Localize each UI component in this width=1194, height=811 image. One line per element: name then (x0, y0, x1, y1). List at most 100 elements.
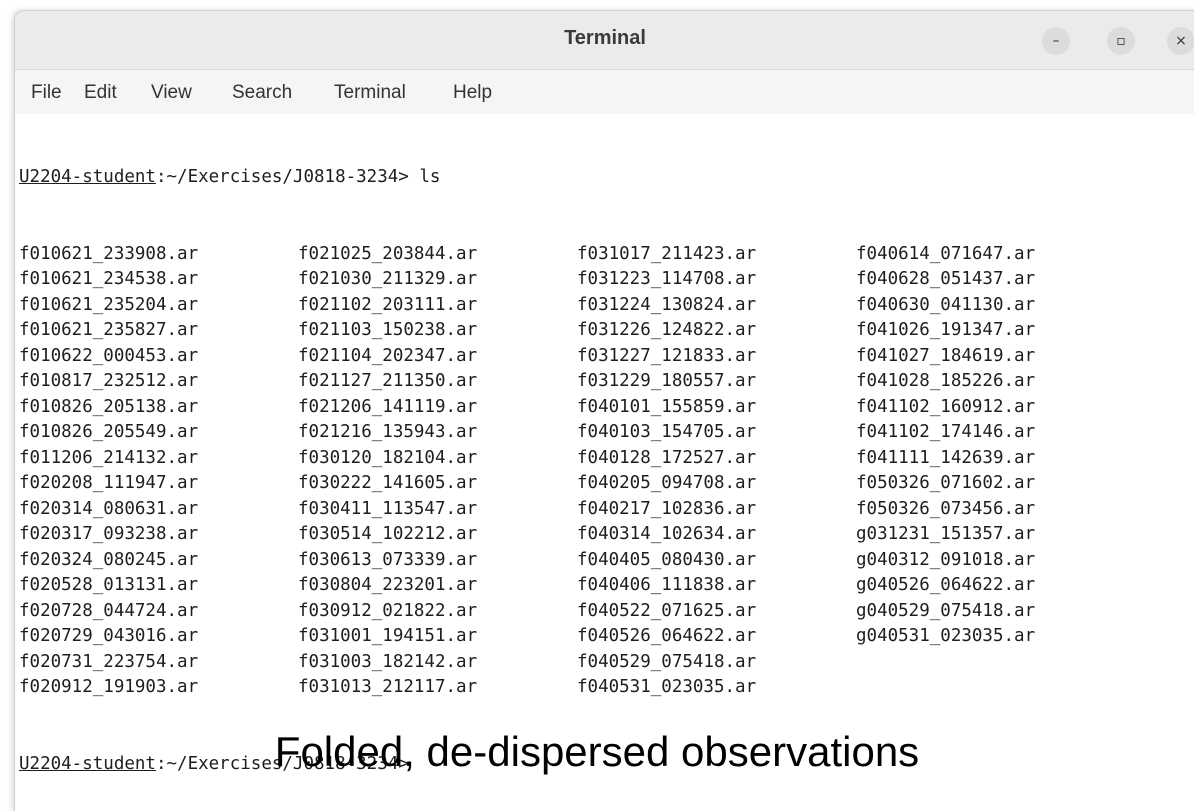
listing-row: f010622_000453.ar f021104_202347.ar f03122… (19, 344, 1189, 370)
file-entry: f040529_075418.ar (577, 651, 757, 672)
close-button[interactable]: × (1167, 27, 1194, 55)
file-entry: f010817_232512.ar (19, 371, 199, 391)
file-entry: f031224_130824.ar (577, 294, 757, 315)
file-entry: f020528_013131.ar (19, 575, 199, 595)
window-title: Terminal (564, 27, 646, 49)
listing-row: f020314_080631.ar f030411_113547.ar f04021… (19, 497, 1189, 523)
menu-search[interactable]: Search (232, 82, 292, 104)
listing-row: f011206_214132.ar f030120_182104.ar f04012… (19, 446, 1189, 472)
close-icon: × (1175, 33, 1187, 49)
file-entry: f030912_021822.ar (298, 600, 478, 621)
file-entry: f040526_064622.ar (577, 626, 757, 646)
listing-row: f020912_191903.ar f031013_212117.ar f04053… (19, 675, 1189, 701)
file-entry: f021127_211350.ar (298, 371, 478, 391)
file-entry: f020208_111947.ar (19, 473, 199, 493)
file-entry: f040522_071625.ar (577, 600, 757, 621)
file-entry: f010622_000453.ar (19, 345, 199, 366)
prompt-command: ls (408, 167, 441, 187)
file-entry: f030514_102212.ar (298, 524, 478, 544)
file-entry: f020317_093238.ar (19, 524, 199, 544)
file-entry: f040101_155859.ar (577, 396, 757, 417)
file-entry: f030804_223201.ar (298, 575, 478, 595)
file-entry: f010621_234538.ar (19, 269, 199, 289)
file-entry: f040405_080430.ar (577, 549, 757, 570)
file-entry: f021102_203111.ar (298, 294, 478, 315)
file-entry: f040630_041130.ar (856, 294, 1036, 315)
file-entry: f041026_191347.ar (856, 320, 1036, 340)
file-entry: f031226_124822.ar (577, 320, 757, 340)
menu-help[interactable]: Help (453, 82, 492, 104)
maximize-button[interactable]: ▫ (1107, 27, 1135, 55)
file-entry: f031017_211423.ar (577, 243, 757, 264)
file-entry: f040628_051437.ar (856, 269, 1036, 289)
prompt-user: U2204-student (19, 167, 156, 187)
file-entry: f021103_150238.ar (298, 320, 478, 340)
file-entry: f041027_184619.ar (856, 345, 1036, 366)
file-entry: f031223_114708.ar (577, 269, 757, 289)
file-entry: f021104_202347.ar (298, 345, 478, 366)
menu-file[interactable]: File (31, 82, 62, 104)
listing-row: f020317_093238.ar f030514_102212.ar f04031… (19, 522, 1189, 548)
terminal-window: Terminal – ▫ × File Edit View Search Ter… (14, 10, 1194, 811)
listing-row: f020728_044724.ar f030912_021822.ar f04052… (19, 599, 1189, 625)
listing-row: f010826_205549.ar f021216_135943.ar f04010… (19, 420, 1189, 446)
file-entry: f030120_182104.ar (298, 447, 478, 468)
caption: Folded, de-dispersed observations (274, 728, 920, 775)
file-entry: g040526_064622.ar (856, 575, 1036, 595)
file-entry: g031231_151357.ar (856, 524, 1036, 544)
file-entry: f040314_102634.ar (577, 524, 757, 544)
listing-row: f020528_013131.ar f030804_223201.ar f04040… (19, 573, 1189, 599)
listing-row: f020729_043016.ar f031001_194151.ar f04052… (19, 624, 1189, 650)
file-entry: f021025_203844.ar (298, 243, 478, 264)
listing-row: f010621_234538.ar f021030_211329.ar f03122… (19, 267, 1189, 293)
listing-row: f010826_205138.ar f021206_141119.ar f04010… (19, 395, 1189, 421)
file-entry: g040312_091018.ar (856, 549, 1036, 570)
file-entry: f031229_180557.ar (577, 371, 757, 391)
file-entry: f020728_044724.ar (19, 600, 199, 621)
file-entry: f041111_142639.ar (856, 447, 1036, 468)
file-entry: f040103_154705.ar (577, 422, 757, 442)
menu-bar: File Edit View Search Terminal Help (15, 70, 1194, 114)
file-entry: f040128_172527.ar (577, 447, 757, 468)
file-entry: f021030_211329.ar (298, 269, 478, 289)
file-entry: f041102_174146.ar (856, 422, 1036, 442)
listing-row: f020731_223754.ar f031003_182142.ar f04052… (19, 650, 1189, 676)
file-entry: f031001_194151.ar (298, 626, 478, 646)
file-entry: f010826_205138.ar (19, 396, 199, 417)
maximize-icon: ▫ (1116, 33, 1126, 49)
menu-view[interactable]: View (151, 82, 192, 104)
listing-row: f020324_080245.ar f030613_073339.ar f04040… (19, 548, 1189, 574)
file-entry: f010621_235204.ar (19, 294, 199, 315)
file-entry: f030613_073339.ar (298, 549, 478, 570)
listing-row: f010621_233908.ar f021025_203844.ar f03101… (19, 242, 1189, 268)
file-entry: f050326_071602.ar (856, 473, 1036, 493)
file-entry: f040406_111838.ar (577, 575, 757, 595)
title-bar[interactable]: Terminal – ▫ × (15, 11, 1194, 70)
menu-edit[interactable]: Edit (84, 82, 117, 104)
listing-row: f010621_235827.ar f021103_150238.ar f03122… (19, 318, 1189, 344)
prompt-path: :~/Exercises/J0818-3234> (155, 167, 409, 187)
minimize-button[interactable]: – (1042, 27, 1070, 55)
file-entry: f020912_191903.ar (19, 677, 199, 697)
terminal-output[interactable]: U2204-student:~/Exercises/J0818-3234> ls… (19, 114, 1189, 811)
file-entry: f031013_212117.ar (298, 677, 478, 697)
menu-terminal[interactable]: Terminal (334, 82, 406, 104)
file-entry: f021216_135943.ar (298, 422, 478, 442)
file-entry: f030411_113547.ar (298, 498, 478, 519)
file-listing: f010621_233908.ar f021025_203844.ar f03101… (19, 242, 1189, 701)
file-entry: f010621_233908.ar (19, 243, 199, 264)
file-entry: f020731_223754.ar (19, 651, 199, 672)
file-entry: f031227_121833.ar (577, 345, 757, 366)
file-entry: g040529_075418.ar (856, 600, 1036, 621)
minimize-icon: – (1052, 33, 1060, 49)
file-entry: f011206_214132.ar (19, 447, 199, 468)
file-entry: f040614_071647.ar (856, 243, 1036, 264)
file-entry: f031003_182142.ar (298, 651, 478, 672)
file-entry: f041102_160912.ar (856, 396, 1036, 417)
listing-row: f010817_232512.ar f021127_211350.ar f03122… (19, 369, 1189, 395)
file-entry: g040531_023035.ar (856, 626, 1036, 646)
prompt-line: U2204-student:~/Exercises/J0818-3234> ls (19, 165, 1189, 191)
file-entry: f050326_073456.ar (856, 498, 1036, 519)
file-entry: f041028_185226.ar (856, 371, 1036, 391)
file-entry: f010621_235827.ar (19, 320, 199, 340)
